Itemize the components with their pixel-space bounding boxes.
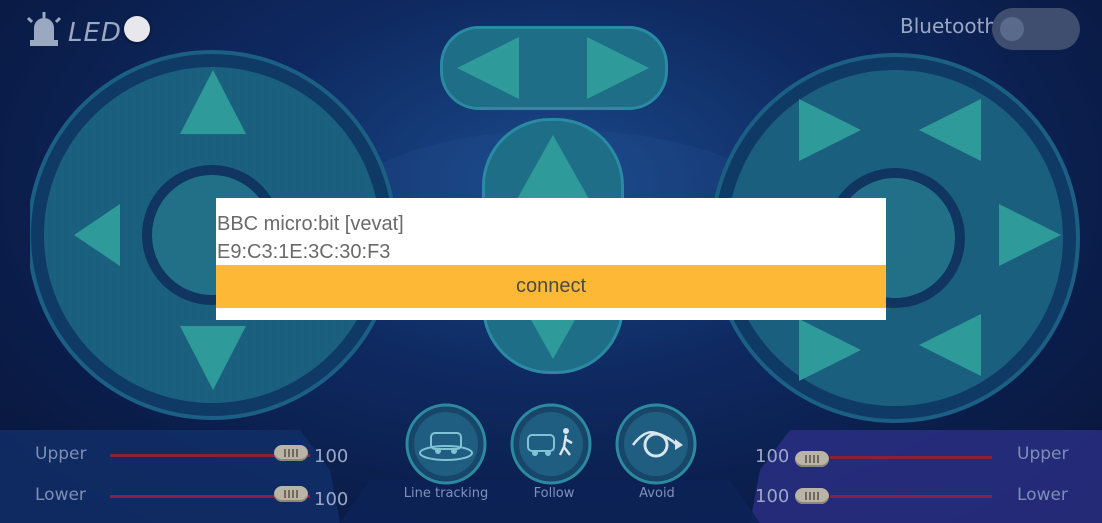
left-pad-up-button[interactable]: [178, 68, 248, 138]
right-lower-slider-track[interactable]: [830, 495, 992, 498]
avoid-label: Avoid: [639, 486, 675, 501]
right-upper-slider-track[interactable]: [830, 456, 992, 459]
connect-button[interactable]: connect: [216, 265, 886, 308]
bluetooth-label: Bluetooth: [900, 14, 998, 38]
arrow-left-icon: [457, 37, 519, 99]
arrow-down-icon: [180, 326, 246, 390]
left-upper-label: Upper: [35, 444, 87, 464]
car-line-tracking-icon: [405, 403, 487, 485]
led-toggle-knob: [124, 16, 150, 42]
right-pad-diag-upper-left-button[interactable]: [795, 95, 865, 165]
arrow-up-icon: [180, 70, 246, 134]
device-name[interactable]: BBC micro:bit [vevat]: [217, 213, 404, 236]
center-rotate-pad: [440, 26, 668, 110]
line-tracking-label: Line tracking: [403, 486, 489, 501]
left-upper-slider-thumb[interactable]: [274, 445, 308, 461]
left-lower-label: Lower: [35, 485, 86, 505]
led-label: LED: [68, 18, 122, 48]
arrow-right-icon: [799, 99, 861, 161]
device-dialog: BBC micro:bit [vevat] E9:C3:1E:3C:30:F3 …: [216, 198, 886, 320]
obstacle-avoid-icon: [615, 403, 697, 485]
arrow-left-icon: [919, 99, 981, 161]
right-lower-label: Lower: [1017, 485, 1068, 505]
device-mac-address[interactable]: E9:C3:1E:3C:30:F3: [217, 241, 390, 264]
right-upper-value: 100: [755, 446, 790, 467]
rotate-left-button[interactable]: [453, 33, 523, 103]
right-lower-slider-thumb[interactable]: [795, 488, 829, 504]
avoid-button[interactable]: [615, 403, 697, 485]
left-lower-value: 100: [314, 489, 349, 510]
bluetooth-toggle[interactable]: [992, 8, 1080, 50]
arrow-up-icon: [517, 135, 589, 199]
arrow-right-icon: [999, 204, 1061, 266]
arrow-left-icon: [919, 314, 981, 376]
right-pad-diag-lower-right-button[interactable]: [915, 310, 985, 380]
right-pad-diag-lower-left-button[interactable]: [795, 315, 865, 385]
arrow-right-icon: [587, 37, 649, 99]
follow-label: Follow: [533, 486, 575, 501]
car-follow-icon: [510, 403, 592, 485]
left-lower-slider-thumb[interactable]: [274, 486, 308, 502]
arrow-right-icon: [799, 319, 861, 381]
left-pad-down-button[interactable]: [178, 322, 248, 392]
right-pad-diag-upper-right-button[interactable]: [915, 95, 985, 165]
left-pad-left-button[interactable]: [72, 200, 122, 270]
center-forward-button[interactable]: [515, 133, 591, 203]
line-tracking-button[interactable]: [405, 403, 487, 485]
arrow-left-icon: [74, 204, 120, 266]
right-pad-right-button[interactable]: [995, 200, 1065, 270]
follow-button[interactable]: [510, 403, 592, 485]
right-upper-slider-thumb[interactable]: [795, 451, 829, 467]
left-upper-value: 100: [314, 446, 349, 467]
rotate-right-button[interactable]: [583, 33, 653, 103]
right-upper-label: Upper: [1017, 444, 1069, 464]
siren-icon: [22, 10, 66, 50]
right-lower-value: 100: [755, 486, 790, 507]
bluetooth-toggle-knob: [1000, 17, 1024, 41]
led-toggle[interactable]: [118, 14, 170, 46]
